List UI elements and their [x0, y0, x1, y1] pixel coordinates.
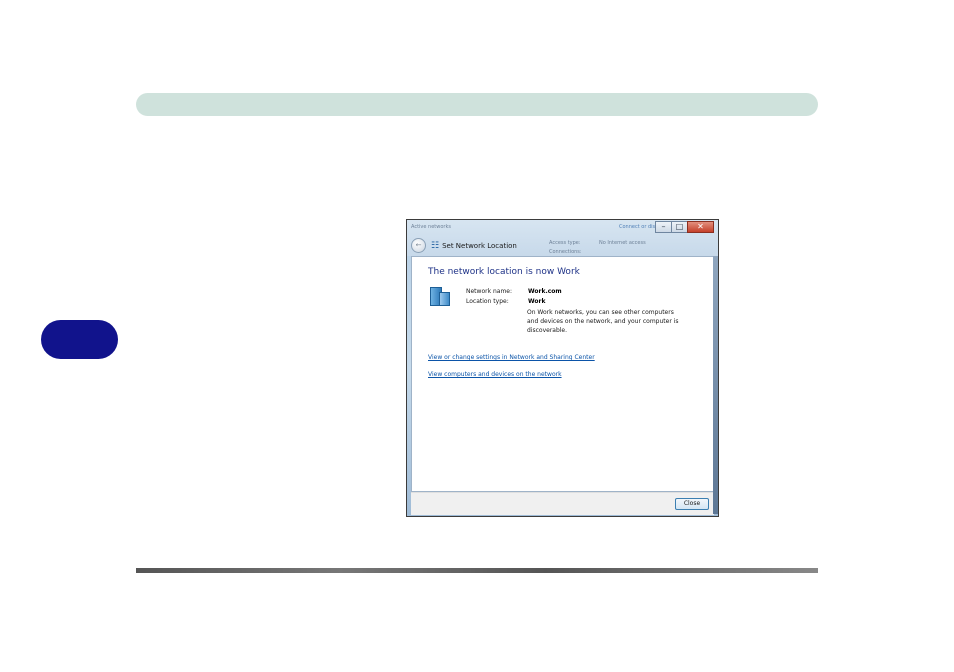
page-title: The network location is now Work [428, 267, 580, 277]
close-button[interactable]: Close [675, 498, 709, 510]
window-close-button[interactable]: ✕ [687, 221, 714, 233]
back-arrow-icon[interactable]: ← [411, 238, 426, 253]
location-type-label: Location type: [466, 298, 509, 305]
window-controls: – □ ✕ [655, 221, 714, 233]
nav-row: ← ☷ Set Network Location [411, 238, 517, 253]
footer-rule [136, 568, 818, 573]
background-active-networks-text: Active networks [411, 224, 451, 230]
minimize-button[interactable]: – [655, 221, 671, 233]
network-name-label: Network name: [466, 288, 512, 295]
work-network-icon [428, 287, 450, 306]
location-type-value: Work [528, 298, 546, 305]
dialog-content: The network location is now Work Network… [411, 256, 714, 492]
view-computers-link[interactable]: View computers and devices on the networ… [428, 371, 562, 378]
chapter-tab [41, 320, 118, 359]
background-access-type-label: Access type: [549, 240, 581, 246]
network-name-value: Work.com [528, 288, 562, 295]
background-connections-label: Connections: [549, 249, 582, 255]
network-icon: ☷ [431, 240, 440, 251]
location-description: On Work networks, you can see other comp… [527, 309, 679, 334]
dialog-footer: Close [411, 492, 714, 515]
window-title: Set Network Location [442, 241, 517, 250]
page-header-bar [136, 93, 818, 116]
background-access-type-value: No Internet access [599, 240, 646, 246]
maximize-button[interactable]: □ [671, 221, 687, 233]
set-network-location-dialog: Active networks Connect or disconnect Ac… [406, 219, 719, 517]
window-border [713, 256, 718, 514]
network-sharing-center-link[interactable]: View or change settings in Network and S… [428, 354, 595, 361]
